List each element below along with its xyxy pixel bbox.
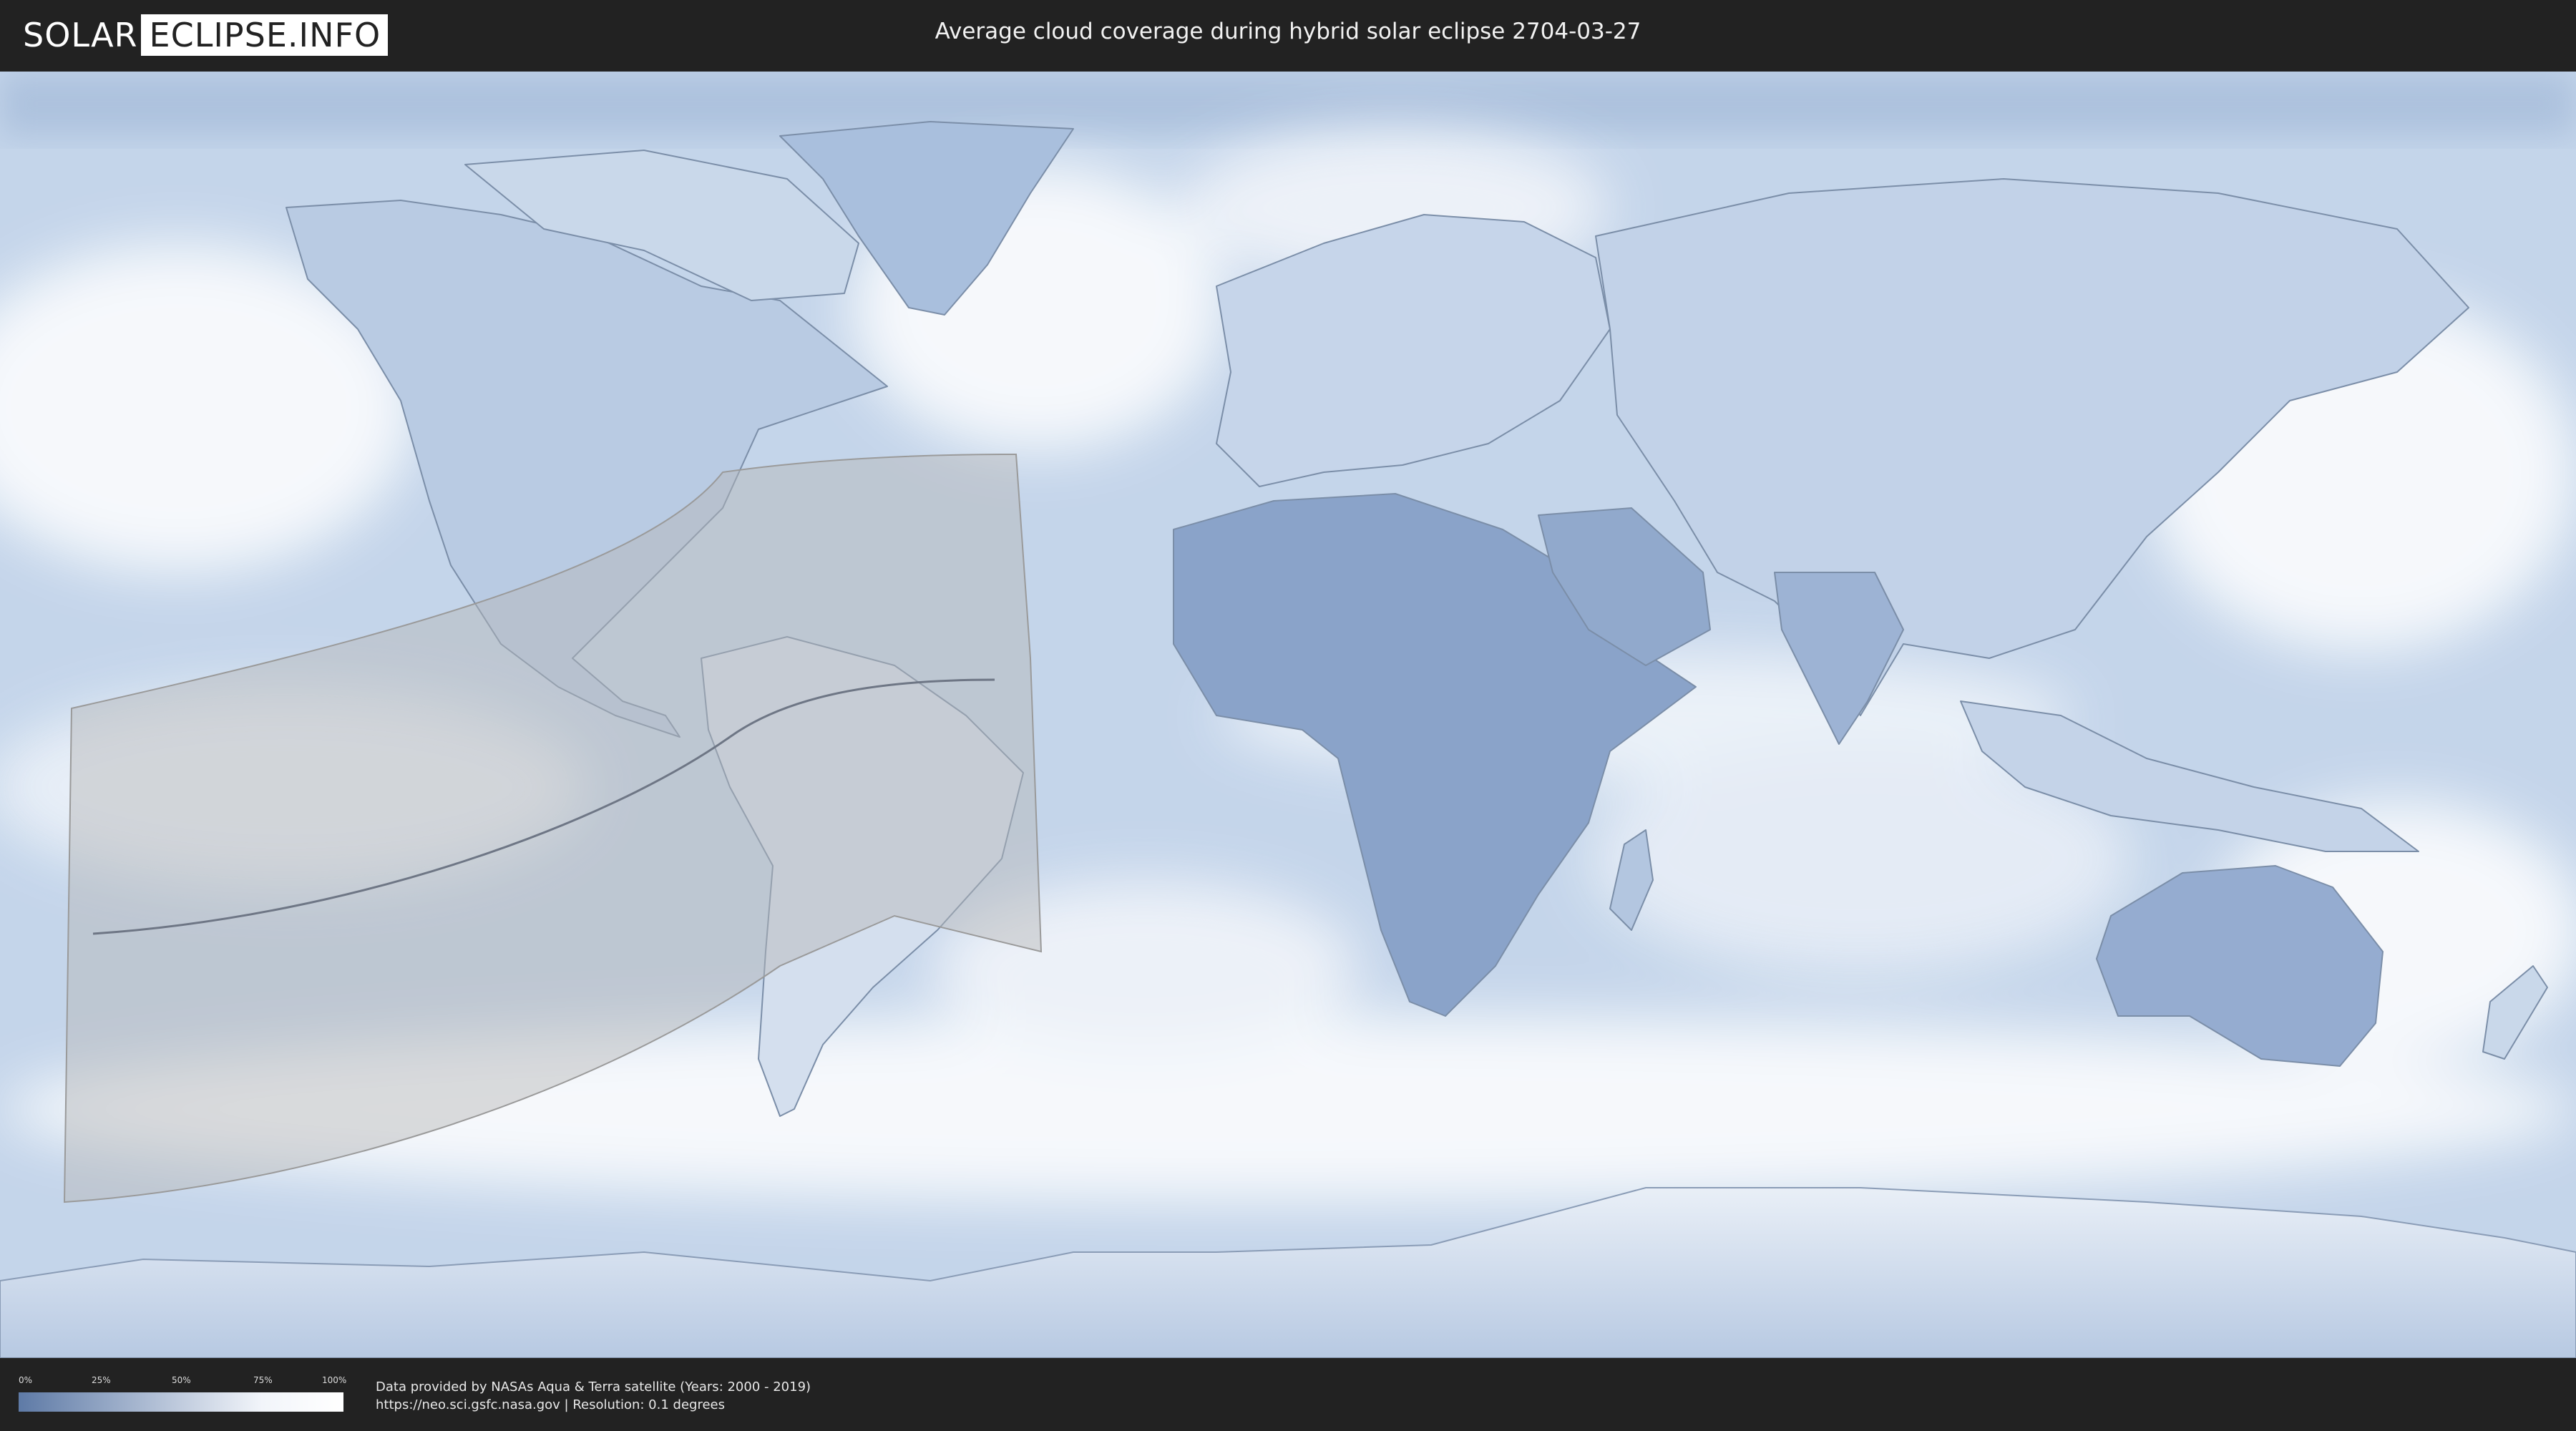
legend-gradient-bar bbox=[19, 1392, 343, 1412]
legend-tick-75: 75% bbox=[253, 1375, 273, 1385]
data-credits: Data provided by NASAs Aqua & Terra sate… bbox=[376, 1378, 811, 1414]
credit-line-url[interactable]: https://neo.sci.gsfc.nasa.gov | Resoluti… bbox=[376, 1396, 811, 1414]
footer-bar: 0% 25% 50% 75% 100% Data provided by NAS… bbox=[0, 1358, 2576, 1431]
legend-tick-0: 0% bbox=[19, 1375, 33, 1385]
legend-tick-50: 50% bbox=[172, 1375, 191, 1385]
page-title: Average cloud coverage during hybrid sol… bbox=[935, 19, 1641, 44]
map-svg bbox=[0, 72, 2576, 1359]
cloud-coverage-legend: 0% 25% 50% 75% 100% bbox=[19, 1375, 347, 1412]
legend-tick-25: 25% bbox=[92, 1375, 111, 1385]
credit-line-source: Data provided by NASAs Aqua & Terra sate… bbox=[376, 1379, 811, 1395]
legend-tick-100: 100% bbox=[322, 1375, 347, 1385]
cloud-coverage-map bbox=[0, 72, 2576, 1359]
header-bar: SOLAR ECLIPSE.INFO Average cloud coverag… bbox=[0, 0, 2576, 72]
arctic-band bbox=[0, 72, 2576, 136]
